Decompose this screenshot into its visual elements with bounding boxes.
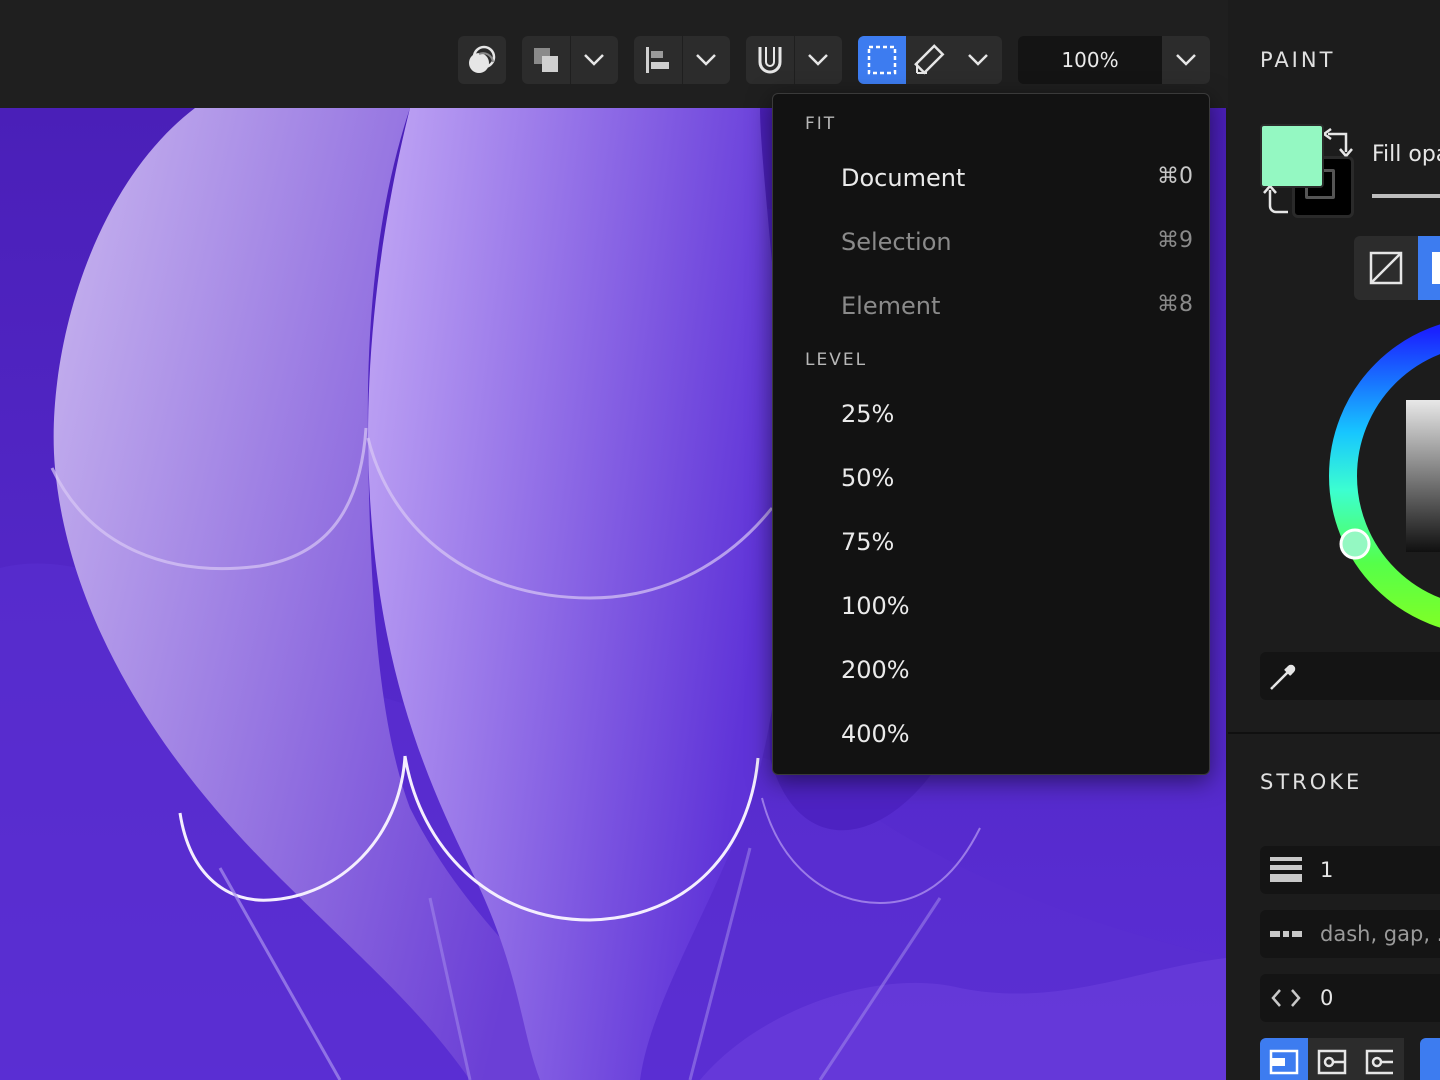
eyedropper-icon[interactable] bbox=[1268, 660, 1300, 692]
ruler-pencil-icon[interactable] bbox=[906, 36, 954, 84]
zoom-dropdown-menu: FIT Document ⌘0 Selection ⌘9 Element ⌘8 … bbox=[772, 93, 1210, 775]
selection-tools-group bbox=[858, 36, 1002, 84]
stroke-offset-field[interactable]: 0 bbox=[1260, 974, 1440, 1022]
chevron-down-icon[interactable] bbox=[681, 36, 731, 84]
section-divider bbox=[1228, 732, 1440, 734]
zoom-select[interactable]: 100% bbox=[1018, 36, 1210, 84]
boolean-ops-button[interactable] bbox=[458, 36, 506, 84]
menu-item-label: 100% bbox=[841, 592, 910, 620]
align-left-icon bbox=[634, 36, 682, 84]
menu-item-label: Document bbox=[841, 164, 966, 192]
code-brackets-icon bbox=[1270, 984, 1302, 1012]
magnet-icon bbox=[746, 36, 794, 84]
chevron-down-icon[interactable] bbox=[1162, 36, 1210, 84]
fill-opacity-slider[interactable] bbox=[1372, 194, 1440, 198]
stroke-offset-value: 0 bbox=[1320, 986, 1334, 1010]
no-paint-icon[interactable] bbox=[1366, 248, 1406, 288]
fill-color-swatch[interactable] bbox=[1260, 124, 1324, 188]
marquee-select-icon[interactable] bbox=[858, 36, 906, 84]
stroke-width-icon bbox=[1270, 856, 1302, 884]
menu-item-label: 25% bbox=[841, 400, 895, 428]
align-center-icon[interactable] bbox=[1308, 1038, 1356, 1080]
menu-item-fit-element[interactable]: Element ⌘8 bbox=[773, 278, 1209, 334]
zoom-value[interactable]: 100% bbox=[1018, 48, 1162, 72]
swap-colors-icon[interactable] bbox=[1324, 128, 1356, 158]
level-heading: LEVEL bbox=[805, 350, 868, 370]
solid-paint-icon[interactable] bbox=[1418, 236, 1440, 300]
menu-item-label: 200% bbox=[841, 656, 910, 684]
stroke-width-field[interactable]: 1 bbox=[1260, 846, 1440, 894]
arrange-button[interactable] bbox=[522, 36, 618, 84]
menu-item-fit-selection[interactable]: Selection ⌘9 bbox=[773, 214, 1209, 270]
menu-item-label: 400% bbox=[841, 720, 910, 748]
chevron-down-icon[interactable] bbox=[954, 36, 1002, 84]
inspector-panel: PAINT Fill opa bbox=[1228, 0, 1440, 1080]
menu-item-zoom-100[interactable]: 100% bbox=[773, 578, 1209, 634]
menu-item-zoom-50[interactable]: 50% bbox=[773, 450, 1209, 506]
menu-item-shortcut: ⌘9 bbox=[1157, 228, 1193, 253]
menu-item-shortcut: ⌘8 bbox=[1157, 292, 1193, 317]
align-outside-icon[interactable] bbox=[1356, 1038, 1404, 1080]
menu-item-zoom-400[interactable]: 400% bbox=[773, 706, 1209, 762]
paint-section-title: PAINT bbox=[1260, 48, 1336, 72]
paint-type-toggle bbox=[1354, 236, 1440, 300]
align-button[interactable] bbox=[634, 36, 730, 84]
dash-pattern-placeholder: dash, gap, .. bbox=[1320, 922, 1440, 946]
stroke-section-title: STROKE bbox=[1260, 770, 1363, 794]
fit-heading: FIT bbox=[805, 114, 837, 134]
align-inside-icon[interactable] bbox=[1260, 1038, 1308, 1080]
menu-item-zoom-75[interactable]: 75% bbox=[773, 514, 1209, 570]
dash-pattern-icon bbox=[1270, 920, 1302, 948]
menu-item-label: 50% bbox=[841, 464, 895, 492]
dash-pattern-field[interactable]: dash, gap, .. bbox=[1260, 910, 1440, 958]
menu-item-label: Selection bbox=[841, 228, 952, 256]
menu-item-label: 75% bbox=[841, 528, 895, 556]
menu-item-zoom-25[interactable]: 25% bbox=[773, 386, 1209, 442]
top-toolbar: 100% bbox=[0, 0, 1440, 108]
color-wheel[interactable] bbox=[1318, 316, 1440, 646]
menu-item-shortcut: ⌘0 bbox=[1157, 164, 1193, 189]
stroke-width-value: 1 bbox=[1320, 858, 1334, 882]
cap-style-icon[interactable] bbox=[1420, 1038, 1440, 1080]
boolean-intersect-icon bbox=[469, 45, 496, 73]
eyedropper-row bbox=[1260, 652, 1440, 700]
menu-item-fit-document[interactable]: Document ⌘0 bbox=[773, 150, 1209, 206]
stroke-alignment-group bbox=[1260, 1038, 1440, 1080]
menu-item-label: Element bbox=[841, 292, 941, 320]
menu-item-zoom-200[interactable]: 200% bbox=[773, 642, 1209, 698]
chevron-down-icon[interactable] bbox=[569, 36, 619, 84]
snap-button[interactable] bbox=[746, 36, 842, 84]
chevron-down-icon[interactable] bbox=[793, 36, 843, 84]
fill-opacity-label: Fill opa bbox=[1372, 142, 1440, 167]
stack-squares-icon bbox=[522, 36, 570, 84]
reset-colors-icon[interactable] bbox=[1262, 186, 1292, 216]
